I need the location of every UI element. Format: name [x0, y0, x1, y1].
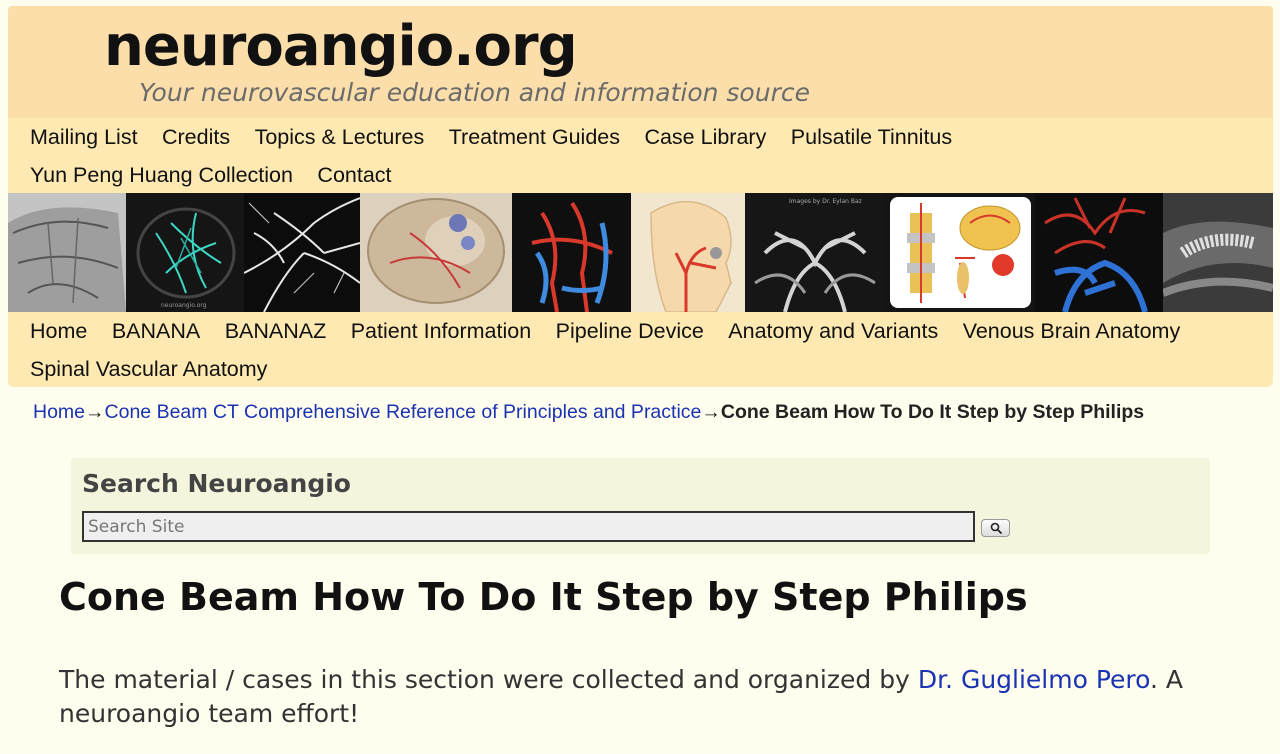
banner-image-head-diagram: [631, 193, 745, 312]
breadcrumb-arrow: →: [701, 401, 721, 423]
banner-watermark: neuroangio.org: [161, 302, 207, 309]
nav-spinal-vascular-anatomy[interactable]: Spinal Vascular Anatomy: [30, 350, 267, 388]
breadcrumb-current: Cone Beam How To Do It Step by Step Phil…: [720, 401, 1145, 423]
site-title[interactable]: neuroangio.org: [104, 14, 578, 80]
nav-topics-lectures[interactable]: Topics & Lectures: [255, 118, 425, 156]
search-panel: Search Neuroangio: [71, 458, 1210, 554]
primary-nav: Mailing List Credits Topics & Lectures T…: [8, 118, 1273, 193]
intro-paragraph: The material / cases in this section wer…: [59, 663, 1219, 731]
page-title: Cone Beam How To Do It Step by Step Phil…: [59, 575, 1028, 619]
nav-pulsatile-tinnitus[interactable]: Pulsatile Tinnitus: [791, 118, 952, 156]
breadcrumb-arrow: →: [85, 401, 105, 423]
breadcrumb-home-link[interactable]: Home: [33, 401, 85, 423]
nav-pipeline-device[interactable]: Pipeline Device: [556, 312, 704, 350]
image-banner: neuroangio.org Images by Dr. Eylan Baz: [8, 193, 1273, 312]
nav-venous-brain-anatomy[interactable]: Venous Brain Anatomy: [963, 312, 1181, 350]
banner-image-stent: [1163, 193, 1273, 312]
nav-banana[interactable]: BANANA: [112, 312, 200, 350]
nav-contact[interactable]: Contact: [317, 156, 391, 194]
banner-image-red-blue-vessels: [512, 193, 631, 312]
banner-image-skull-render: [360, 193, 512, 312]
banner-image-teal-vessels: neuroangio.org: [126, 193, 244, 312]
banner-credit: Images by Dr. Eylan Baz: [789, 198, 862, 205]
nav-treatment-guides[interactable]: Treatment Guides: [449, 118, 620, 156]
banner-image-angiogram: [8, 193, 126, 312]
banner-image-spinal-diagram: [885, 193, 1035, 312]
intro-text: The material / cases in this section wer…: [59, 665, 918, 694]
nav-patient-information[interactable]: Patient Information: [351, 312, 531, 350]
nav-mailing-list[interactable]: Mailing List: [30, 118, 138, 156]
search-title: Search Neuroangio: [82, 469, 351, 498]
nav-credits[interactable]: Credits: [162, 118, 230, 156]
search-button[interactable]: [981, 519, 1010, 537]
nav-case-library[interactable]: Case Library: [644, 118, 766, 156]
banner-image-3d-angio: Images by Dr. Eylan Baz: [745, 193, 885, 312]
author-link[interactable]: Dr. Guglielmo Pero: [918, 665, 1150, 694]
site-header: neuroangio.org Your neurovascular educat…: [8, 6, 1273, 118]
banner-image-vessel-tree: [1035, 193, 1163, 312]
breadcrumb-parent-link[interactable]: Cone Beam CT Comprehensive Reference of …: [105, 401, 702, 423]
search-input[interactable]: [82, 511, 975, 542]
search-icon: [990, 522, 1002, 534]
banner-image-white-branches: [244, 193, 360, 312]
nav-home[interactable]: Home: [30, 312, 87, 350]
breadcrumb: Home→Cone Beam CT Comprehensive Referenc…: [33, 399, 1144, 425]
site-tagline: Your neurovascular education and informa…: [139, 78, 810, 107]
nav-bananaz[interactable]: BANANAZ: [225, 312, 327, 350]
nav-anatomy-and-variants[interactable]: Anatomy and Variants: [728, 312, 938, 350]
secondary-nav: Home BANANA BANANAZ Patient Information …: [8, 312, 1273, 387]
nav-yun-peng-huang-collection[interactable]: Yun Peng Huang Collection: [30, 156, 293, 194]
